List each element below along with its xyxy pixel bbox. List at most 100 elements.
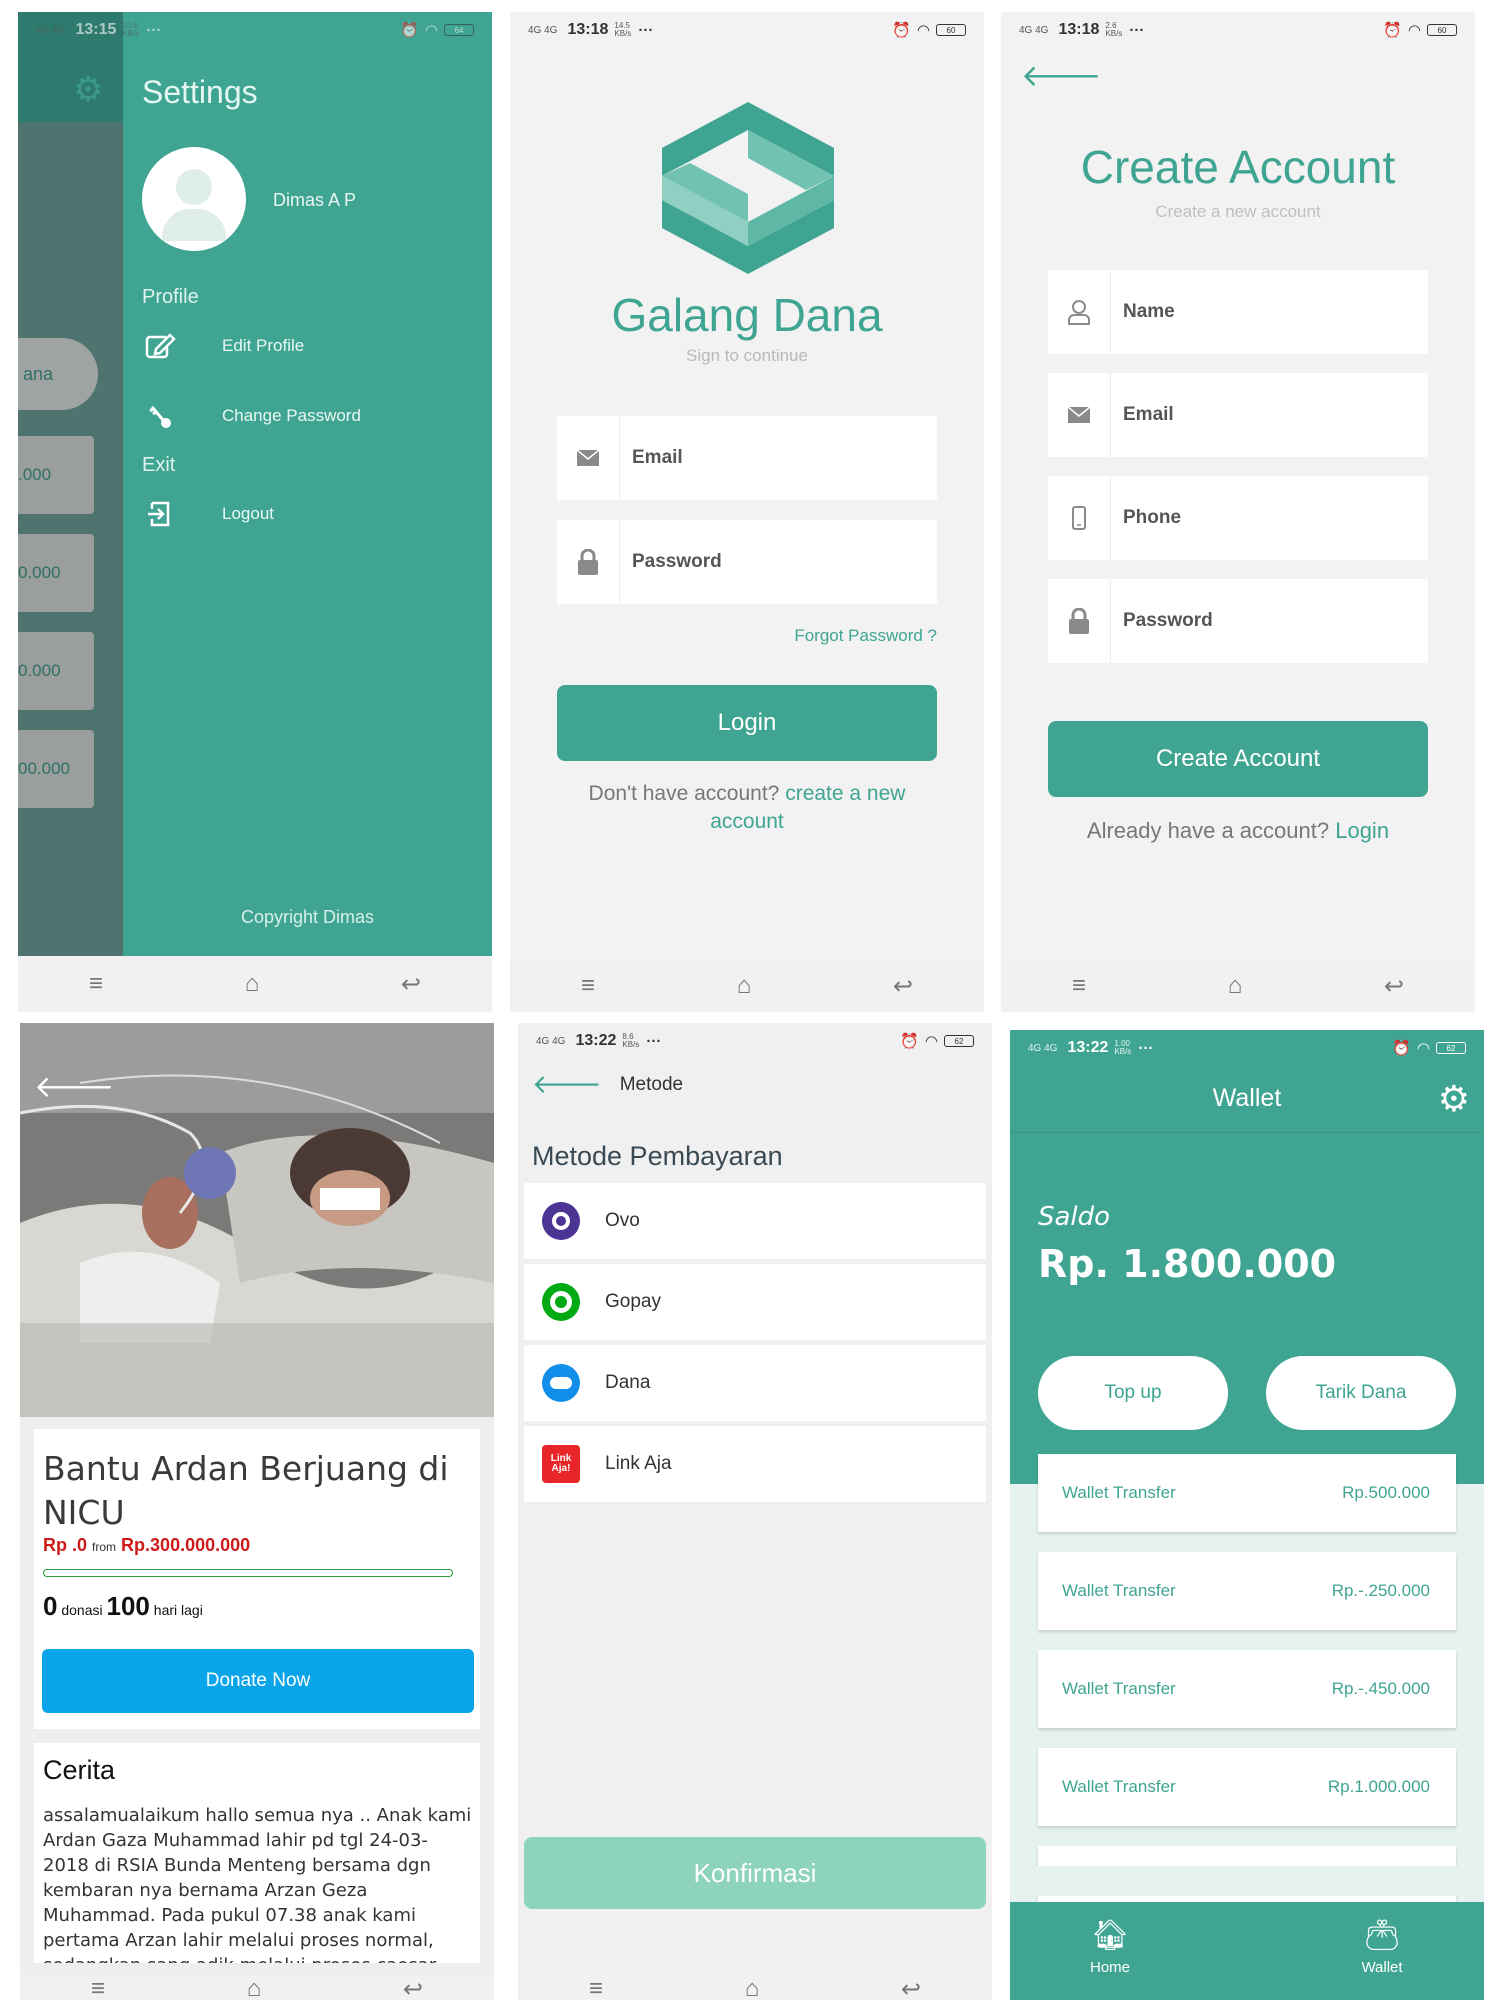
system-nav-bar: ≡ ⌂ ↩ <box>18 956 492 1012</box>
home-icon[interactable]: ⌂ <box>1228 972 1243 1000</box>
dimmed-pill-button: ana <box>18 338 98 410</box>
menu-icon[interactable]: ≡ <box>91 1975 105 2000</box>
payment-method-screen: 4G 4G 13:22 8.6 KB/s ··· ⏰ ◠ 62 🡐 Metode M… <box>518 1023 992 2000</box>
campaign-stats: 0 donasi 100 hari lagi <box>43 1591 203 1621</box>
logout-label: Logout <box>222 504 274 523</box>
gear-icon[interactable]: ⚙ <box>1438 1078 1470 1120</box>
email-placeholder: Email <box>1123 404 1174 425</box>
name-placeholder: Name <box>1123 301 1175 322</box>
campaign-card: Bantu Ardan Berjuang di NICU Rp .0 from … <box>34 1429 480 1729</box>
back-icon[interactable]: ↩ <box>1384 972 1404 1001</box>
create-account-button[interactable]: Create Account <box>1048 721 1428 797</box>
copyright-text: Copyright Dimas <box>240 907 375 927</box>
back-icon[interactable]: ↩ <box>893 972 913 1001</box>
wallet-screen: 4G 4G 13:22 1.00 KB/s ··· ⏰ ◠ 62 Wallet ⚙ … <box>1010 1030 1484 2000</box>
wifi-icon: ◠ <box>1416 1040 1430 1057</box>
password-placeholder: Password <box>1123 610 1213 631</box>
page-title: Create Account <box>1080 141 1396 193</box>
withdraw-button[interactable]: Tarik Dana <box>1266 1356 1456 1430</box>
name-field[interactable]: Name <box>1048 270 1428 354</box>
status-bar: 4G 4G 13:18 2.6 KB/s ··· ⏰ ◠ 60 <box>1001 12 1475 48</box>
ovo-logo-icon <box>542 1202 580 1240</box>
edit-profile-label: Edit Profile <box>222 336 305 355</box>
wifi-icon: ◠ <box>424 22 438 39</box>
transaction-row[interactable]: Wallet Transfer Rp.500.000 <box>1038 1454 1456 1532</box>
phone-field[interactable]: Phone <box>1048 476 1428 560</box>
transaction-row[interactable]: Wallet Transfer Rp.-.250.000 <box>1038 1552 1456 1630</box>
battery-icon: 62 <box>1436 1042 1466 1054</box>
dimmed-amount: 0.000 <box>18 632 94 710</box>
user-name: Dimas A P <box>273 190 357 210</box>
story-text: assalamualaikum hallo semua nya .. Anak … <box>43 1805 472 1963</box>
change-password-item[interactable]: Change Password <box>142 396 472 436</box>
login-screen: 4G 4G 13:18 14.5 KB/s ··· ⏰ ◠ 60 Galang Da… <box>510 12 984 1012</box>
forgot-password-link[interactable]: Forgot Password ? <box>794 626 937 646</box>
donate-now-button[interactable]: Donate Now <box>42 1649 474 1713</box>
dimmed-amount: 0.000 <box>18 534 94 612</box>
password-field[interactable]: Password <box>557 520 937 604</box>
back-arrow-icon[interactable]: 🡐 <box>1021 58 1101 94</box>
nav-wallet[interactable]: 👛︎ Wallet <box>1322 1918 1442 1976</box>
logout-item[interactable]: Logout <box>142 494 472 534</box>
already-account-text: Already have a account? Login <box>1086 818 1390 843</box>
alarm-icon: ⏰ <box>1383 22 1402 39</box>
confirm-button[interactable]: Konfirmasi <box>524 1837 986 1909</box>
avatar[interactable] <box>142 147 246 251</box>
home-icon[interactable]: ⌂ <box>245 970 260 998</box>
home-icon[interactable]: ⌂ <box>745 1975 760 2000</box>
app-logo <box>650 90 846 291</box>
page-subtitle: Create a new account <box>1155 202 1321 221</box>
back-icon[interactable]: ↩ <box>401 970 421 999</box>
story-card: Cerita assalamualaikum hallo semua nya .… <box>34 1743 480 1963</box>
transaction-row[interactable]: Wallet Transfer Rp.-.450.000 <box>1038 1650 1456 1728</box>
progress-bar <box>43 1569 453 1577</box>
home-icon[interactable]: ⌂ <box>247 1975 262 2000</box>
profile-section-label: Profile <box>142 286 199 308</box>
create-account-screen: 4G 4G 13:18 2.6 KB/s ··· ⏰ ◠ 60 🡐 Create A… <box>1001 12 1475 1012</box>
transaction-row[interactable]: Wallet Transfer Rp.1.000.000 <box>1038 1748 1456 1826</box>
payment-option-ovo[interactable]: Ovo <box>524 1183 986 1259</box>
back-arrow-icon[interactable]: 🡐 <box>34 1069 114 1105</box>
back-arrow-icon[interactable]: 🡐 <box>532 1069 602 1100</box>
email-field[interactable]: Email <box>557 416 937 500</box>
login-link[interactable]: Login <box>1335 818 1389 843</box>
key-icon <box>142 401 178 431</box>
logout-icon <box>142 499 178 529</box>
system-nav-bar: ≡ ⌂ ↩ <box>518 1975 992 2000</box>
menu-icon[interactable]: ≡ <box>1072 972 1086 1000</box>
menu-icon[interactable]: ≡ <box>581 972 595 1000</box>
dimmed-amount: .000 <box>18 436 94 514</box>
home-icon[interactable]: ⌂ <box>737 972 752 1000</box>
alarm-icon: ⏰ <box>900 1033 919 1050</box>
campaign-title: Bantu Ardan Berjuang di NICU <box>43 1449 449 1532</box>
status-bar: 4G 4G 13:22 8.6 KB/s ··· ⏰ ◠ 62 <box>518 1023 992 1059</box>
wifi-icon: ◠ <box>916 22 930 39</box>
back-icon[interactable]: ↩ <box>901 1975 921 2000</box>
phone-placeholder: Phone <box>1123 507 1182 528</box>
login-button[interactable]: Login <box>557 685 937 761</box>
password-field[interactable]: Password <box>1048 579 1428 663</box>
top-up-button[interactable]: Top up <box>1038 1356 1228 1430</box>
email-field[interactable]: Email <box>1048 373 1428 457</box>
wifi-icon: ◠ <box>1407 22 1421 39</box>
home-icon: 🏠︎ <box>1090 1919 1130 1952</box>
system-nav-bar: ≡ ⌂ ↩ <box>510 958 984 1012</box>
edit-profile-item[interactable]: Edit Profile <box>142 326 472 366</box>
menu-icon[interactable]: ≡ <box>589 1975 603 2000</box>
no-account-text: Don't have account? create a new account <box>588 782 906 833</box>
menu-icon[interactable]: ≡ <box>89 970 103 998</box>
gear-icon: ⚙ <box>73 71 104 109</box>
back-icon[interactable]: ↩ <box>403 1975 423 2000</box>
settings-drawer: Settings Dimas A P Profile Edit Profile … <box>123 12 492 956</box>
campaign-detail-screen: 🡐 Bantu Ardan Berjuang di NICU Rp .0 fro… <box>20 1023 494 2000</box>
saldo-label: Saldo <box>1038 1202 1111 1232</box>
nav-home[interactable]: 🏠︎ Home <box>1050 1918 1170 1976</box>
payment-option-linkaja[interactable]: Link Aja! Link Aja <box>524 1426 986 1502</box>
payment-option-gopay[interactable]: Gopay <box>524 1264 986 1340</box>
payment-option-dana[interactable]: Dana <box>524 1345 986 1421</box>
alarm-icon: ⏰ <box>1392 1040 1411 1057</box>
dana-logo-icon <box>542 1364 580 1402</box>
amount-raised: Rp .0 from Rp.300.000.000 <box>43 1535 251 1555</box>
phone-icon <box>1048 476 1111 560</box>
mail-icon <box>557 416 620 500</box>
